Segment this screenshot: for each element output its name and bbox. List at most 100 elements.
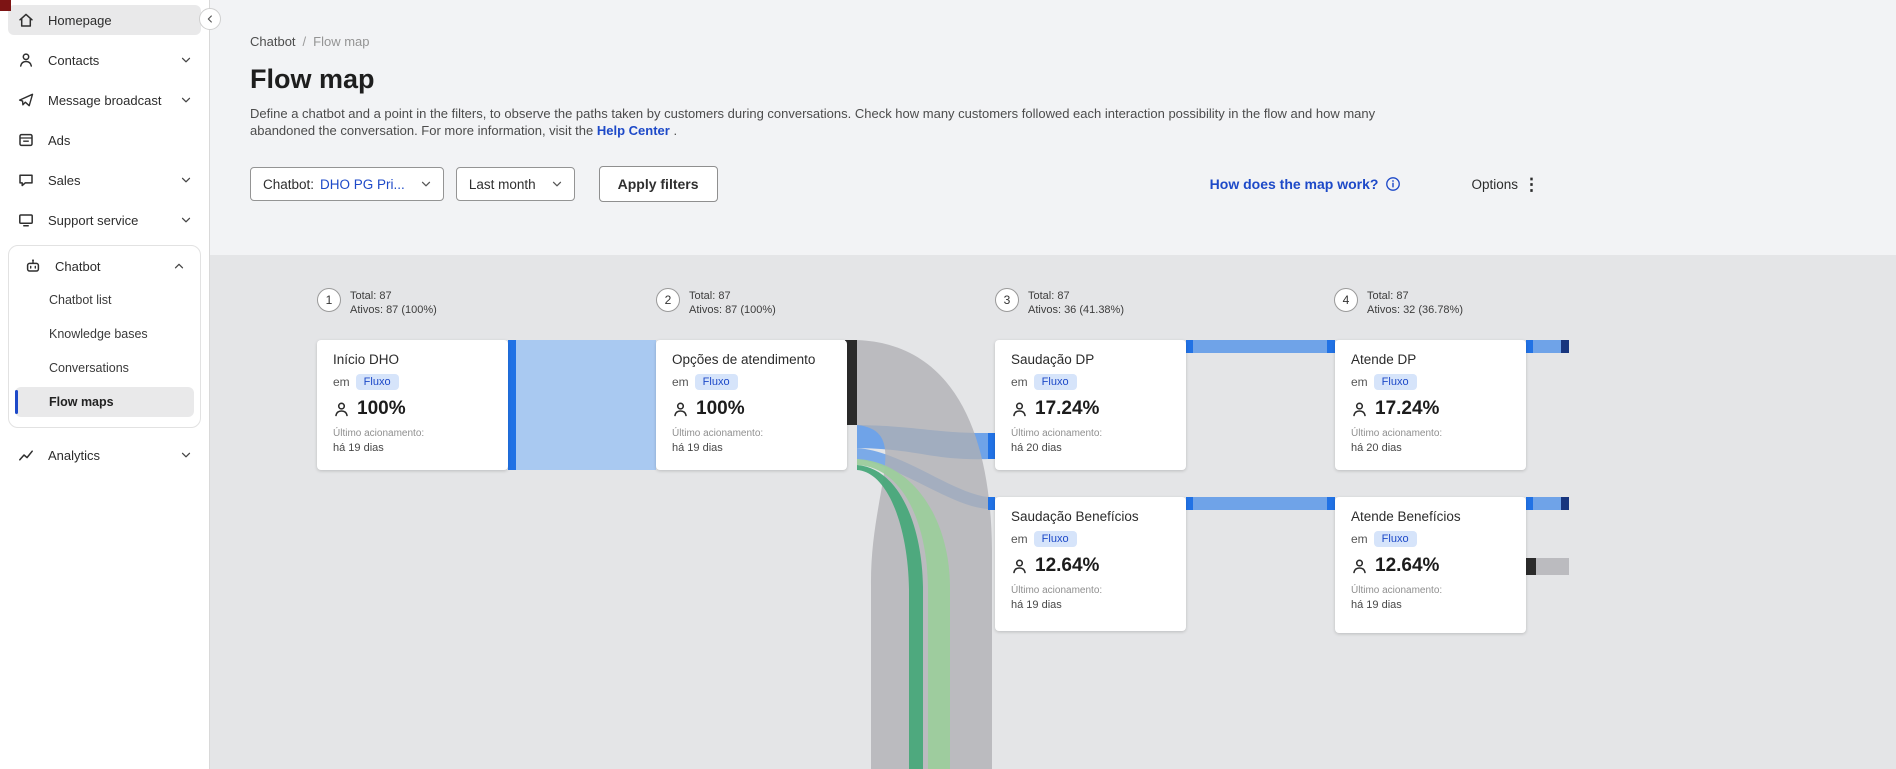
- corner-mark: [0, 0, 11, 11]
- chevron-down-icon: [179, 173, 193, 187]
- flow-node-saudacao-dp[interactable]: Saudação DP em Fluxo 17.24% Último aciona…: [995, 340, 1186, 470]
- sidebar-item-conversations[interactable]: Conversations: [15, 353, 194, 383]
- user-icon: [335, 402, 348, 416]
- flow-node-opcoes-atendimento[interactable]: Opções de atendimento em Fluxo 100% Últim…: [656, 340, 847, 470]
- node-last-label: Último acionamento:: [333, 428, 425, 439]
- sidebar-collapse-button[interactable]: [199, 8, 221, 30]
- map-help-link[interactable]: How does the map work?: [1210, 176, 1402, 192]
- sidebar-item-ads[interactable]: Ads: [8, 125, 201, 155]
- home-icon: [16, 10, 36, 30]
- sidebar-item-message-broadcast[interactable]: Message broadcast: [8, 85, 201, 115]
- sidebar: Homepage Contacts Message broadcast Ads: [0, 0, 221, 769]
- flow-badge: Fluxo: [1033, 374, 1077, 390]
- node-em-label: em: [1351, 375, 1368, 389]
- sidebar-item-label: Analytics: [48, 447, 101, 463]
- node-title: Início DHO: [333, 352, 400, 367]
- sidebar-item-chatbot[interactable]: Chatbot: [15, 251, 194, 281]
- sidebar-item-knowledge-bases[interactable]: Knowledge bases: [15, 319, 194, 349]
- node-last-value: há 19 dias: [1351, 599, 1402, 611]
- node-em-label: em: [1011, 532, 1028, 546]
- flow-badge: Fluxo: [1033, 531, 1077, 547]
- sidebar-item-chatbot-list[interactable]: Chatbot list: [15, 285, 194, 315]
- sidebar-item-label: Message broadcast: [48, 92, 162, 108]
- column-total: Total: 87: [689, 290, 731, 302]
- period-select[interactable]: Last month: [455, 167, 575, 201]
- node-last-label: Último acionamento:: [672, 428, 764, 439]
- page-description: Define a chatbot and a point in the filt…: [250, 105, 1395, 139]
- node-last-label: Último acionamento:: [1011, 428, 1103, 439]
- chevron-up-icon: [172, 259, 186, 273]
- period-select-value: Last month: [468, 176, 536, 192]
- sidebar-item-analytics[interactable]: Analytics: [8, 440, 201, 470]
- user-icon: [674, 402, 687, 416]
- apply-filters-button[interactable]: Apply filters: [598, 166, 718, 202]
- sidebar-item-support-service[interactable]: Support service: [8, 205, 201, 235]
- breadcrumb: Chatbot / Flow map: [250, 34, 1540, 49]
- options-button[interactable]: Options ⋮: [1471, 176, 1540, 193]
- breadcrumb-current: Flow map: [313, 34, 370, 49]
- page-title: Flow map: [250, 64, 375, 94]
- node-last-label: Último acionamento:: [1011, 585, 1103, 596]
- sidebar-item-label: Support service: [48, 212, 139, 228]
- options-label: Options: [1471, 176, 1518, 192]
- column-number-badge: 4: [1334, 288, 1358, 312]
- chatbot-select-value: DHO PG Pri...: [320, 176, 405, 192]
- column-header-3: 3 Total: 87 Ativos: 36 (41.38%): [995, 288, 1124, 317]
- node-last-label: Último acionamento:: [1351, 585, 1443, 596]
- column-actives: Ativos: 87 (100%): [350, 304, 437, 316]
- column-total: Total: 87: [1367, 290, 1409, 302]
- node-last-value: há 19 dias: [333, 442, 384, 454]
- node-title: Atende Benefícios: [1351, 509, 1461, 524]
- sidebar-item-label: Contacts: [48, 52, 100, 68]
- node-em-label: em: [1351, 532, 1368, 546]
- node-percent: 100%: [696, 398, 745, 419]
- breadcrumb-separator: /: [302, 34, 307, 49]
- user-icon: [1353, 559, 1366, 573]
- node-percent: 12.64%: [1375, 555, 1440, 576]
- chevron-left-icon: [207, 15, 212, 23]
- page-header: Chatbot / Flow map Flow map Define a cha…: [210, 0, 1540, 202]
- column-actives: Ativos: 87 (100%): [689, 304, 776, 316]
- column-number-badge: 2: [656, 288, 680, 312]
- column-actives: Ativos: 36 (41.38%): [1028, 304, 1124, 316]
- chatbot-select-label: Chatbot:: [263, 176, 315, 192]
- node-last-value: há 20 dias: [1351, 442, 1402, 454]
- node-percent: 100%: [357, 398, 406, 419]
- flow-node-atende-beneficios[interactable]: Atende Benefícios em Fluxo 12.64% Último …: [1335, 497, 1526, 633]
- chevron-down-icon: [179, 213, 193, 227]
- contacts-icon: [16, 50, 36, 70]
- flow-badge: Fluxo: [355, 374, 399, 390]
- node-last-label: Último acionamento:: [1351, 428, 1443, 439]
- column-number-badge: 1: [317, 288, 341, 312]
- node-last-value: há 20 dias: [1011, 442, 1062, 454]
- breadcrumb-chatbot[interactable]: Chatbot: [250, 34, 296, 49]
- sidebar-item-label: Sales: [48, 172, 81, 188]
- chatbot-select[interactable]: Chatbot: DHO PG Pri...: [250, 167, 444, 201]
- flow-map-canvas[interactable]: 1 Total: 87 Ativos: 87 (100%) 2 Total: 8…: [210, 255, 1896, 769]
- kebab-icon: ⋮: [1523, 174, 1540, 194]
- user-icon: [1013, 402, 1026, 416]
- sidebar-item-sales[interactable]: Sales: [8, 165, 201, 195]
- chatbot-icon: [23, 256, 43, 276]
- sidebar-item-contacts[interactable]: Contacts: [8, 45, 201, 75]
- sidebar-chatbot-group: Chatbot Chatbot list Knowledge bases Con…: [8, 245, 201, 428]
- app-window: Homepage Contacts Message broadcast Ads: [0, 0, 1896, 769]
- help-center-link[interactable]: Help Center: [597, 123, 670, 138]
- column-total: Total: 87: [1028, 290, 1070, 302]
- sidebar-item-homepage[interactable]: Homepage: [8, 5, 201, 35]
- filters-toolbar: Chatbot: DHO PG Pri... Last month Apply …: [250, 166, 1540, 202]
- sidebar-item-label: Ads: [48, 132, 71, 148]
- node-last-value: há 19 dias: [672, 442, 723, 454]
- flow-node-saudacao-beneficios[interactable]: Saudação Benefícios em Fluxo 12.64% Últim…: [995, 497, 1186, 631]
- chevron-down-icon: [179, 448, 193, 462]
- node-percent: 17.24%: [1375, 398, 1440, 419]
- sidebar-item-flow-maps[interactable]: Flow maps: [15, 387, 194, 417]
- column-header-1: 1 Total: 87 Ativos: 87 (100%): [317, 288, 437, 317]
- flow-node-atende-dp[interactable]: Atende DP em Fluxo 17.24% Último acioname…: [1335, 340, 1526, 470]
- node-title: Opções de atendimento: [672, 352, 816, 367]
- map-help-label: How does the map work?: [1209, 176, 1379, 192]
- description-text: Define a chatbot and a point in the filt…: [250, 106, 1376, 138]
- flow-node-inicio-dho[interactable]: Início DHO em Fluxo 100% Último acionamen…: [317, 340, 508, 470]
- node-title: Saudação DP: [1011, 352, 1095, 367]
- flow-badge: Fluxo: [694, 374, 738, 390]
